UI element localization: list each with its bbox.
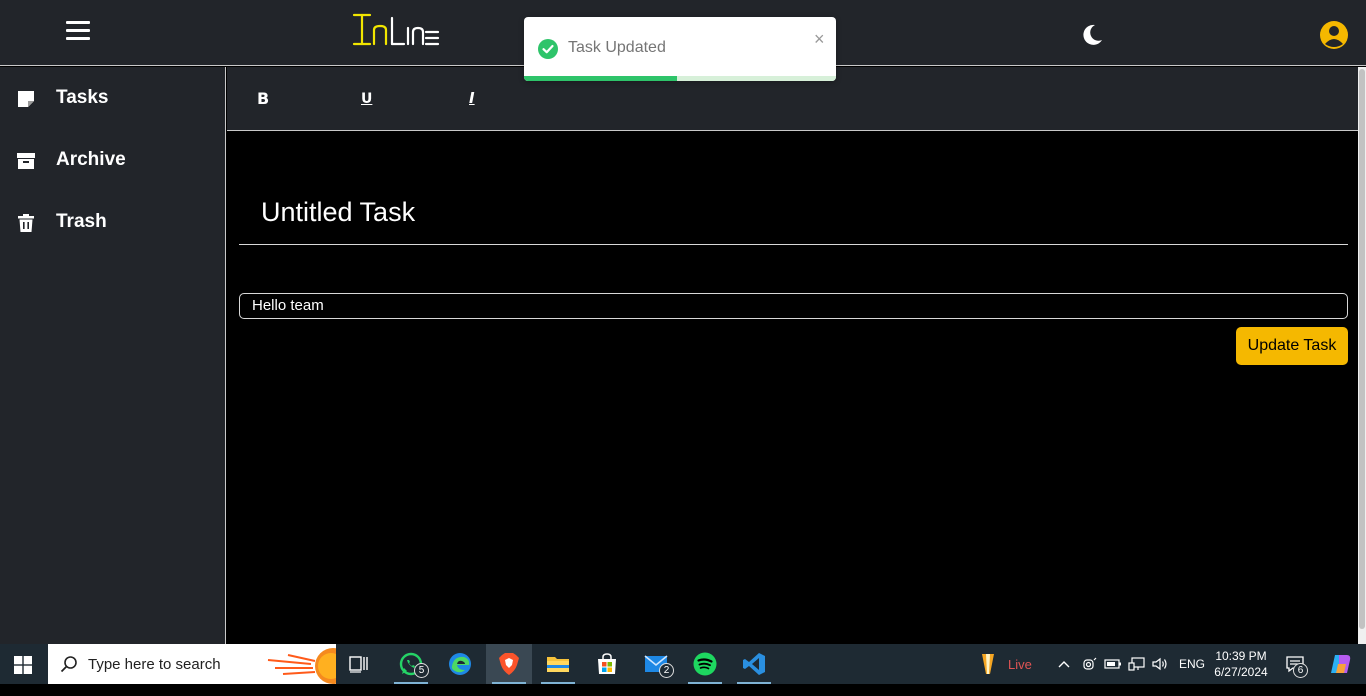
brave-browser-icon[interactable]	[486, 644, 532, 684]
battery-icon[interactable]	[1104, 656, 1122, 696]
whatsapp-badge: 5	[414, 663, 429, 678]
whatsapp-app-icon[interactable]: 5	[388, 644, 434, 684]
mail-badge: 2	[659, 663, 674, 678]
toast-close-button[interactable]: ×	[814, 29, 825, 50]
clock-time: 10:39 PM	[1215, 649, 1267, 663]
taskbar-search-box[interactable]: Type here to search	[48, 644, 336, 684]
dark-mode-moon-icon[interactable]	[1080, 23, 1104, 52]
search-icon	[60, 655, 78, 678]
show-hidden-icons-chevron-up-icon[interactable]	[1056, 656, 1072, 696]
search-highlight-sun-icon	[263, 644, 336, 684]
menu-hamburger-icon[interactable]	[66, 21, 90, 41]
live-weather-icon[interactable]	[978, 652, 998, 692]
trash-icon	[16, 213, 36, 233]
user-avatar-icon[interactable]	[1319, 20, 1349, 55]
note-icon	[16, 89, 36, 109]
toast-progress-bar	[524, 76, 677, 81]
task-title-text[interactable]: Untitled Task	[261, 197, 415, 228]
task-editor: B U I Untitled Task Hello team Update Ta…	[227, 67, 1358, 644]
network-icon[interactable]	[1128, 656, 1146, 696]
spotify-app-icon[interactable]	[682, 644, 728, 684]
meet-now-camera-icon[interactable]	[1081, 656, 1097, 696]
file-explorer-icon[interactable]	[535, 644, 581, 684]
underline-button[interactable]: U	[361, 91, 372, 107]
update-task-button[interactable]: Update Task	[1236, 327, 1348, 365]
archive-box-icon	[16, 151, 36, 171]
sidebar-item-tasks[interactable]: Tasks	[0, 77, 226, 121]
italic-button[interactable]: I	[469, 89, 475, 107]
windows-taskbar: Type here to search 5 2 Live ENG 10:39 P…	[0, 644, 1366, 684]
sidebar-item-label: Archive	[56, 149, 126, 170]
sidebar: Tasks Archive Trash	[0, 67, 226, 644]
input-language-indicator[interactable]: ENG	[1179, 657, 1205, 671]
toast-notification: Task Updated ×	[524, 17, 836, 81]
task-body-input[interactable]: Hello team	[239, 293, 1348, 319]
sidebar-item-label: Trash	[56, 211, 107, 232]
check-circle-icon	[538, 39, 558, 64]
vscode-app-icon[interactable]	[731, 644, 777, 684]
task-title-field[interactable]: Untitled Task	[239, 193, 1348, 245]
sidebar-item-label: Tasks	[56, 87, 109, 108]
sidebar-item-archive[interactable]: Archive	[0, 139, 226, 183]
page-scrollbar[interactable]	[1358, 67, 1366, 644]
sidebar-item-trash[interactable]: Trash	[0, 201, 226, 245]
edge-browser-icon[interactable]	[437, 644, 483, 684]
clock-date: 6/27/2024	[1214, 665, 1268, 679]
search-placeholder: Type here to search	[88, 656, 221, 673]
microsoft-store-icon[interactable]	[584, 644, 630, 684]
live-status-label[interactable]: Live	[1008, 657, 1032, 672]
task-view-icon[interactable]	[336, 644, 382, 684]
toast-message: Task Updated	[568, 39, 666, 56]
notifications-center-icon[interactable]: 6	[1281, 644, 1313, 684]
copilot-app-icon[interactable]	[1318, 644, 1358, 684]
app-window: Tasks Archive Trash B U I Untitled Task …	[0, 0, 1366, 644]
system-clock[interactable]: 10:39 PM 6/27/2024	[1212, 648, 1270, 680]
windows-start-icon[interactable]	[14, 656, 32, 679]
notifications-badge: 6	[1293, 663, 1308, 678]
volume-speaker-icon[interactable]	[1151, 656, 1169, 696]
mail-app-icon[interactable]: 2	[633, 644, 679, 684]
app-logo[interactable]	[350, 12, 440, 53]
scrollbar-thumb[interactable]	[1359, 69, 1365, 629]
bold-button[interactable]: B	[257, 89, 269, 108]
toast-progress-track	[524, 76, 836, 81]
